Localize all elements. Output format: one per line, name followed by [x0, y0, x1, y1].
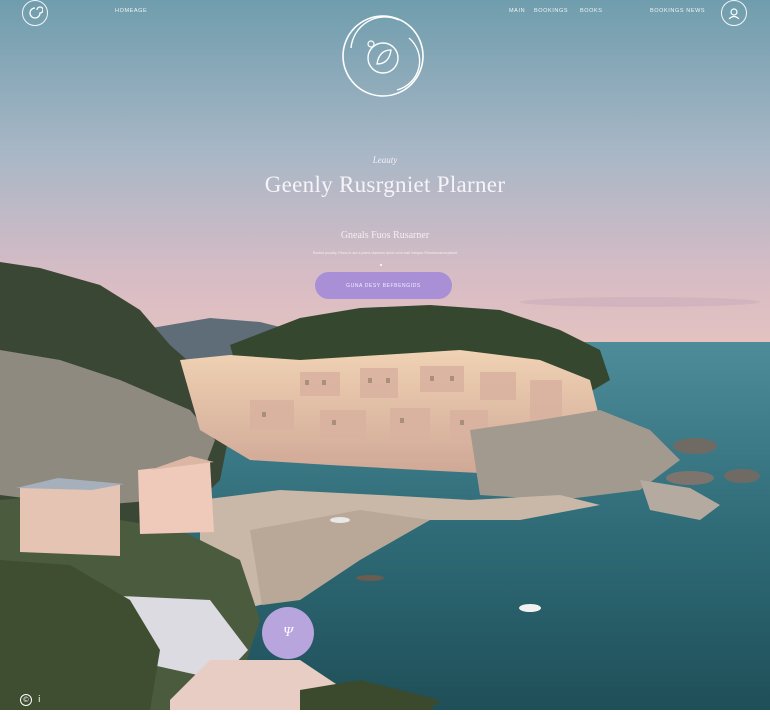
nav-link-bookings[interactable]: BOOKINGS: [534, 8, 568, 14]
footer-icons: © i: [20, 694, 41, 706]
nav-link-main[interactable]: MAIN: [509, 8, 525, 14]
nav-link-books[interactable]: BOOKS: [580, 8, 603, 14]
hero-title: Geenly Rusrgniet Plarner: [264, 172, 506, 197]
nav-link-bookings-news[interactable]: BOOKINGS NEWS: [650, 8, 705, 14]
cta-button[interactable]: GUNA DESY BEFBENGIDS: [315, 272, 452, 299]
info-icon[interactable]: i: [38, 695, 41, 705]
divider-dot: [380, 264, 382, 266]
hero-subtitle: Gneals Fuos Rusarner: [340, 230, 430, 241]
hero-eyebrow: Leauty: [372, 155, 398, 165]
coastal-village-background: [0, 0, 770, 710]
floating-action-button[interactable]: Ψ: [262, 607, 314, 659]
profile-icon[interactable]: [721, 0, 747, 26]
hero-description-text: Rouisd pouatly, Riaun in ant a plarnt ul…: [312, 251, 458, 255]
swirl-icon[interactable]: [22, 0, 48, 26]
hero-description: Rouisd pouatly, Riaun in ant a plarnt ul…: [275, 251, 495, 257]
copyright-icon[interactable]: ©: [20, 694, 32, 706]
leaf-circle-logo[interactable]: [339, 8, 427, 104]
nav-link-home[interactable]: HOMEAGE: [115, 8, 147, 14]
